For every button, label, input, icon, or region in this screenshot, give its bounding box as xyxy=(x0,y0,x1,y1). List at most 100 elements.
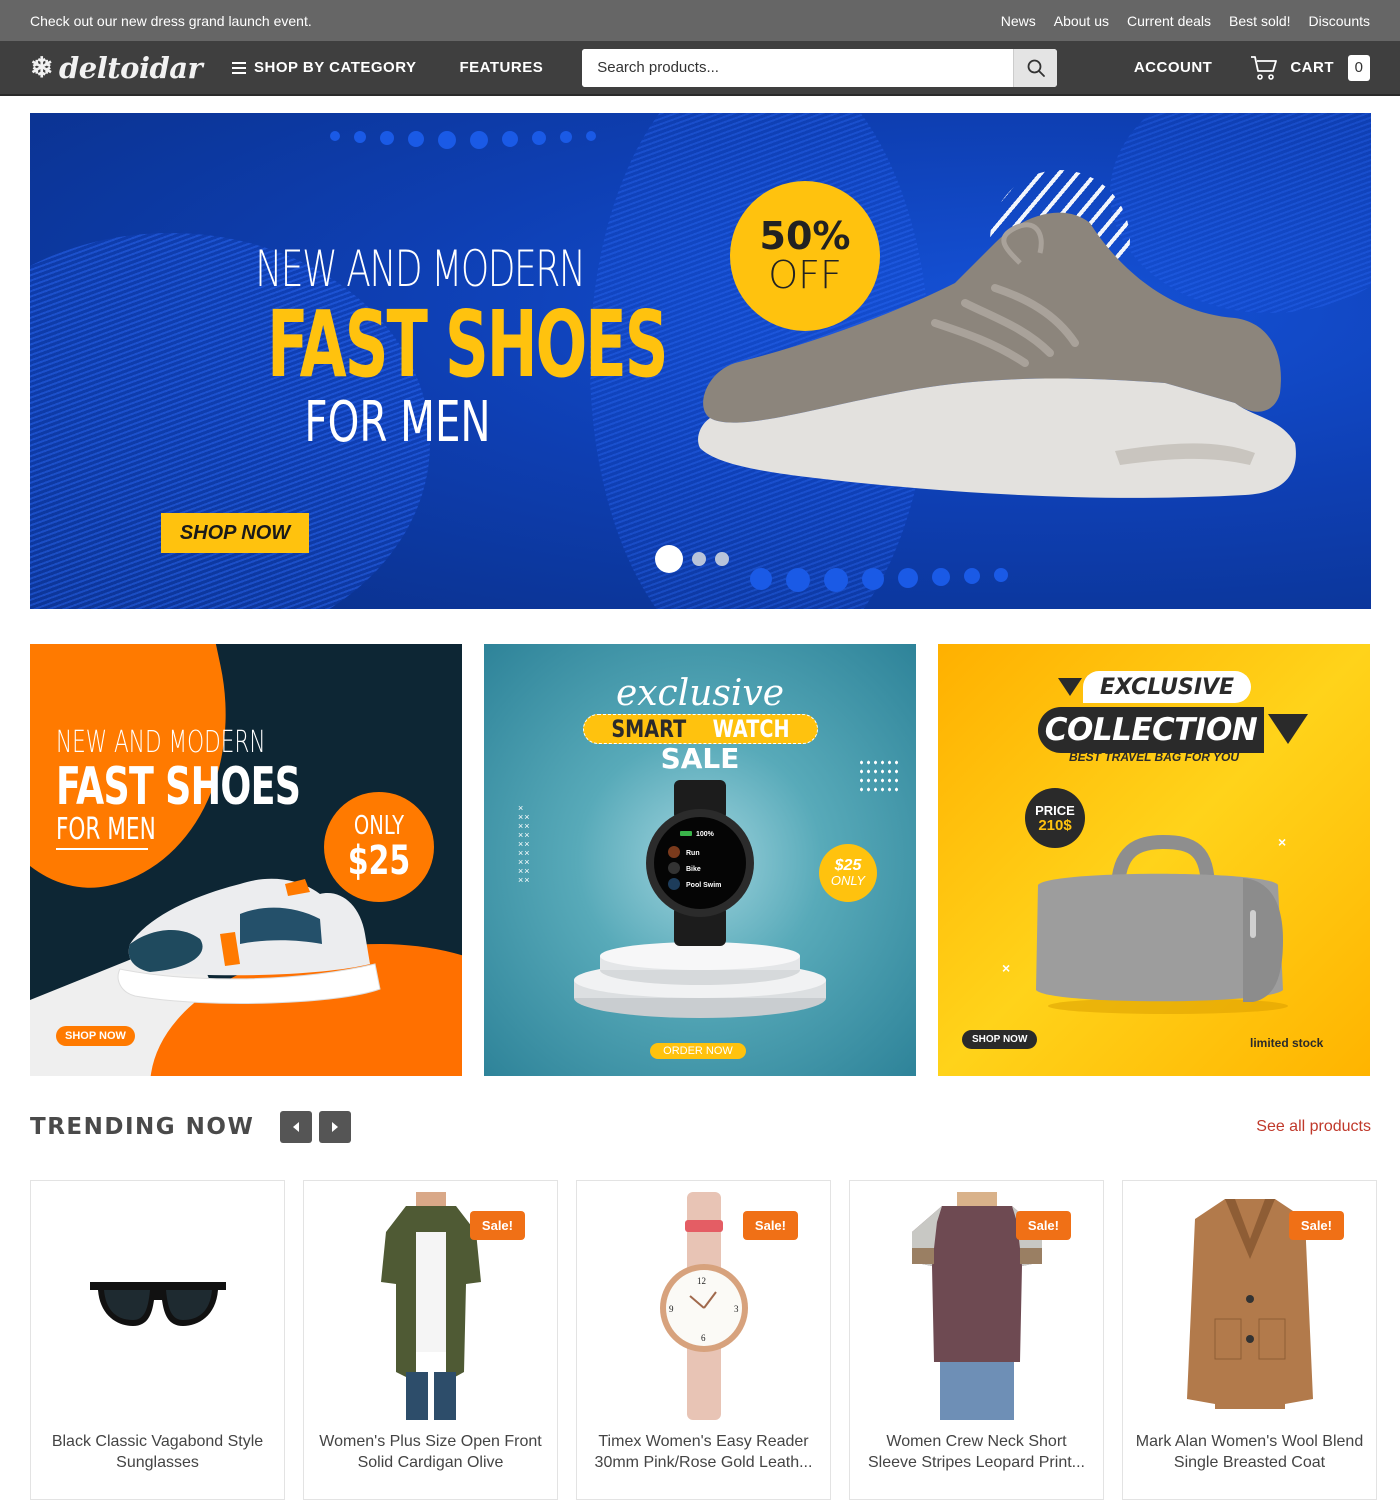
x-pattern-decoration: × ×× ×× ×× ×× ×× ×× ×× ×× xyxy=(518,803,531,885)
svg-text:9: 9 xyxy=(669,1304,674,1314)
product-name: Black Classic Vagabond Style Sunglasses xyxy=(51,1433,264,1471)
search-button[interactable] xyxy=(1013,48,1058,87)
cart-button[interactable]: CART 0 xyxy=(1250,54,1370,81)
search-bar xyxy=(582,48,1058,87)
carousel-arrows xyxy=(280,1111,352,1143)
shop-by-category-menu[interactable]: SHOP BY CATEGORY xyxy=(232,59,416,76)
promo-shoes-line-1: NEW AND MODERN xyxy=(56,725,266,760)
main-nav: ❄ deltoidar SHOP BY CATEGORY FEATURES AC… xyxy=(0,41,1400,96)
product-name: Women's Plus Size Open Front Solid Cardi… xyxy=(319,1433,542,1471)
product-card[interactable]: Sale! Women's Plus Size Open Front Solid… xyxy=(303,1180,558,1500)
top-link-about-us[interactable]: About us xyxy=(1054,13,1109,29)
top-link-news[interactable]: News xyxy=(1001,13,1036,29)
hero-headline: NEW AND MODERN FAST SHOES FOR MEN xyxy=(200,240,668,455)
cart-label: CART xyxy=(1290,59,1334,76)
product-name: Mark Alan Women's Wool Blend Single Brea… xyxy=(1135,1433,1364,1471)
product-list: Black Classic Vagabond Style Sunglasses … xyxy=(30,1180,1377,1500)
travel-bag-image xyxy=(1036,834,1288,1014)
slider-dot-2[interactable] xyxy=(692,552,706,566)
svg-text:12: 12 xyxy=(697,1276,706,1286)
product-name: Women Crew Neck Short Sleeve Stripes Leo… xyxy=(867,1433,1085,1471)
caret-left-icon xyxy=(293,1122,300,1132)
svg-text:6: 6 xyxy=(701,1333,706,1343)
promo-shoes-line-3: FOR MEN xyxy=(56,812,156,847)
see-all-products-link[interactable]: See all products xyxy=(1256,1118,1371,1136)
triangle-decoration xyxy=(1058,678,1082,696)
hero-dots-decoration xyxy=(750,568,1008,592)
hero-dots-decoration xyxy=(330,131,596,149)
promo-watch-price-badge: $25 ONLY xyxy=(819,844,877,902)
hamburger-icon xyxy=(232,61,246,74)
account-link[interactable]: ACCOUNT xyxy=(1134,59,1213,76)
announcement-bar: Check out our new dress grand launch eve… xyxy=(0,0,1400,41)
search-input[interactable] xyxy=(582,48,1014,87)
svg-text:3: 3 xyxy=(734,1304,739,1314)
price-badge-label: ONLY xyxy=(353,811,405,841)
triangle-decoration xyxy=(1268,714,1308,744)
promo-tile-travel-bag[interactable]: EXCLUSIVE COLLECTION BEST TRAVEL BAG FOR… xyxy=(938,644,1370,1076)
slider-dot-1[interactable] xyxy=(655,545,683,573)
svg-text:Run: Run xyxy=(686,850,700,857)
search-icon xyxy=(1027,59,1045,77)
promo-bag-price-badge: PRICE 210$ xyxy=(1025,788,1085,848)
slider-dots xyxy=(655,545,729,573)
podium-image xyxy=(574,942,826,1018)
trending-title: TRENDING NOW xyxy=(30,1114,255,1140)
top-link-current-deals[interactable]: Current deals xyxy=(1127,13,1211,29)
hero-line-3: FOR MEN xyxy=(304,390,491,455)
promo-bag-line-2: COLLECTION xyxy=(1038,707,1264,753)
svg-text:100%: 100% xyxy=(696,831,715,838)
promo-shoes-shop-now-button[interactable]: SHOP NOW xyxy=(56,1026,135,1046)
hero-shop-now-button[interactable]: SHOP NOW xyxy=(161,513,309,553)
promo-watch-title-b: WATCH xyxy=(712,715,790,743)
product-card[interactable]: Sale! Women Crew Neck Short Sleeve Strip… xyxy=(849,1180,1104,1500)
slider-dot-3[interactable] xyxy=(715,552,729,566)
top-link-discounts[interactable]: Discounts xyxy=(1309,13,1370,29)
sale-badge: Sale! xyxy=(1288,1211,1344,1240)
promo-watch-script: exclusive xyxy=(615,673,785,714)
sneaker-image xyxy=(698,212,1296,498)
snowflake-icon: ❄ xyxy=(30,51,53,84)
trending-header: TRENDING NOW See all products xyxy=(30,1110,1371,1144)
logo[interactable]: ❄ deltoidar xyxy=(30,51,203,85)
hero-banner[interactable]: NEW AND MODERN FAST SHOES FOR MEN SHOP N… xyxy=(30,113,1371,609)
hero-line-2: FAST SHOES xyxy=(267,291,668,398)
svg-text:Bike: Bike xyxy=(686,866,701,873)
top-links: News About us Current deals Best sold! D… xyxy=(1001,13,1370,29)
shop-by-category-label: SHOP BY CATEGORY xyxy=(254,59,417,76)
carousel-next-button[interactable] xyxy=(319,1111,352,1143)
promo-watch-title-a: SMART xyxy=(611,715,687,743)
promo-watch-title: SMART WATCH xyxy=(583,714,818,744)
product-card[interactable]: 12 3 6 9 Sale! Timex Women's Easy Reader… xyxy=(576,1180,831,1500)
features-menu[interactable]: FEATURES xyxy=(459,59,543,76)
cart-icon xyxy=(1251,55,1278,80)
hero-line-1: NEW AND MODERN xyxy=(255,240,586,298)
product-image-sunglasses xyxy=(31,1191,284,1421)
carousel-prev-button[interactable] xyxy=(280,1111,313,1143)
dot-pattern-decoration xyxy=(858,758,900,792)
product-card[interactable]: Sale! Mark Alan Women's Wool Blend Singl… xyxy=(1122,1180,1377,1500)
promo-bag-note: limited stock xyxy=(1250,1036,1324,1050)
svg-text:Pool Swim: Pool Swim xyxy=(686,882,721,889)
cart-count-badge: 0 xyxy=(1348,54,1370,81)
caret-right-icon xyxy=(332,1122,339,1132)
sale-badge: Sale! xyxy=(742,1211,798,1240)
announcement-text: Check out our new dress grand launch eve… xyxy=(30,12,312,29)
top-link-best-sold[interactable]: Best sold! xyxy=(1229,13,1290,29)
promo-bag-subtitle: BEST TRAVEL BAG FOR YOU xyxy=(1068,750,1239,764)
price-badge-value: $25 xyxy=(834,857,862,874)
promo-shoes-line-2: FAST SHOES xyxy=(56,757,301,817)
sale-badge: Sale! xyxy=(469,1211,525,1240)
promo-watch-order-now-button[interactable]: ORDER NOW xyxy=(650,1043,746,1059)
price-badge-value: 210$ xyxy=(1038,817,1072,834)
sale-badge: Sale! xyxy=(1015,1211,1071,1240)
promo-watch-subtitle: SALE xyxy=(660,742,740,775)
smartwatch-image: 100% Run Bike Pool Swim xyxy=(644,780,756,946)
promo-tile-shoes[interactable]: NEW AND MODERN FAST SHOES FOR MEN ONLY $… xyxy=(30,644,462,1076)
product-name: Timex Women's Easy Reader 30mm Pink/Rose… xyxy=(594,1433,813,1471)
promo-bag-shop-now-button[interactable]: SHOP NOW xyxy=(962,1030,1038,1049)
product-card[interactable]: Black Classic Vagabond Style Sunglasses xyxy=(30,1180,285,1500)
sneaker-image xyxy=(117,878,381,1004)
promo-bag-line-1: EXCLUSIVE xyxy=(1083,671,1251,703)
promo-tile-smartwatch[interactable]: exclusive SMART WATCH SALE × ×× ×× ×× ×× ×× ××… xyxy=(484,644,916,1076)
